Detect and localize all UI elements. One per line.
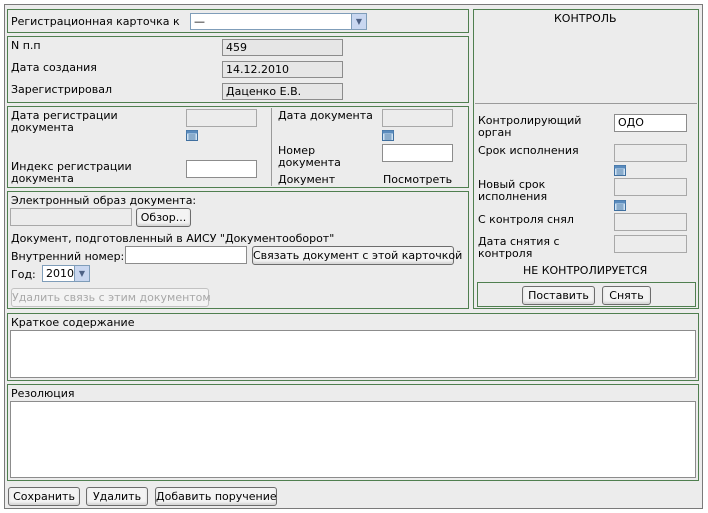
organ-label: Контролирующий орган <box>478 114 582 139</box>
file-path-input[interactable] <box>10 208 132 226</box>
control-status: НЕ КОНТРОЛИРУЕТСЯ <box>523 264 648 277</box>
registered-label: Зарегистрировал <box>11 83 113 96</box>
delete-button[interactable]: Удалить <box>86 487 148 506</box>
removed-date-input[interactable] <box>614 235 687 253</box>
aisu-label: Документ, подготовленный в АИСУ "Докумен… <box>11 232 335 245</box>
document-panel-divider <box>271 108 272 186</box>
link-document-button[interactable]: Связать документ с этой карточкой <box>252 246 462 265</box>
control-title: КОНТРОЛЬ <box>554 12 617 25</box>
control-divider <box>475 103 697 104</box>
registered-field: Даценко Е.В. <box>222 83 343 100</box>
new-deadline-input[interactable] <box>614 178 687 196</box>
year-label: Год: <box>11 268 36 281</box>
card-select[interactable]: — ▼ <box>190 13 367 30</box>
internal-number-label: Внутренний номер: <box>11 250 125 263</box>
year-select[interactable]: 2010 ▼ <box>42 265 90 282</box>
organ-input[interactable]: ОДО <box>614 114 687 132</box>
unlink-document-button[interactable]: Удалить связь с этим документом <box>11 288 211 307</box>
chevron-down-icon[interactable]: ▼ <box>351 14 366 29</box>
summary-label: Краткое содержание <box>11 316 135 329</box>
browse-button[interactable]: Обзор... <box>136 208 191 227</box>
resolution-textarea[interactable] <box>10 401 696 478</box>
doc-number-label: Номер документа <box>278 144 341 169</box>
reg-date-label: Дата регистрации документа <box>11 109 118 134</box>
deadline-label: Срок исполнения <box>478 144 579 157</box>
remove-control-button[interactable]: Снять <box>602 286 651 305</box>
created-label: Дата создания <box>11 61 97 74</box>
removed-date-label: Дата снятия с контроля <box>478 235 560 260</box>
resolution-label: Резолюция <box>11 387 75 400</box>
removed-by-label: С контроля снял <box>478 213 574 226</box>
reg-index-input[interactable] <box>186 160 257 178</box>
reg-index-label: Индекс регистрации документа <box>11 160 132 185</box>
num-label: N п.п <box>11 39 41 52</box>
internal-number-input[interactable] <box>125 246 247 264</box>
year-select-value: 2010 <box>46 267 74 280</box>
doc-number-input[interactable] <box>382 144 453 162</box>
card-select-value: — <box>194 15 205 28</box>
reg-date-input[interactable] <box>186 109 257 127</box>
doc-date-input[interactable] <box>382 109 453 127</box>
save-button[interactable]: Сохранить <box>8 487 80 506</box>
new-deadline-label: Новый срок исполнения <box>478 178 548 203</box>
doc-date-label: Дата документа <box>278 109 373 122</box>
summary-textarea[interactable] <box>10 330 696 378</box>
calendar-icon[interactable] <box>614 199 626 211</box>
deadline-input[interactable] <box>614 144 687 162</box>
calendar-icon[interactable] <box>186 129 198 141</box>
document-label: Документ <box>278 173 336 186</box>
chevron-down-icon[interactable]: ▼ <box>74 266 89 281</box>
calendar-icon[interactable] <box>382 129 394 141</box>
eimage-label: Электронный образ документа: <box>11 194 197 207</box>
add-order-button[interactable]: Добавить поручение <box>155 487 277 506</box>
calendar-icon[interactable] <box>614 164 626 176</box>
set-control-button[interactable]: Поставить <box>522 286 595 305</box>
view-document-link[interactable]: Посмотреть <box>383 174 452 186</box>
num-field: 459 <box>222 39 343 56</box>
created-field: 14.12.2010 <box>222 61 343 78</box>
card-label: Регистрационная карточка к <box>11 15 180 28</box>
removed-by-input[interactable] <box>614 213 687 231</box>
